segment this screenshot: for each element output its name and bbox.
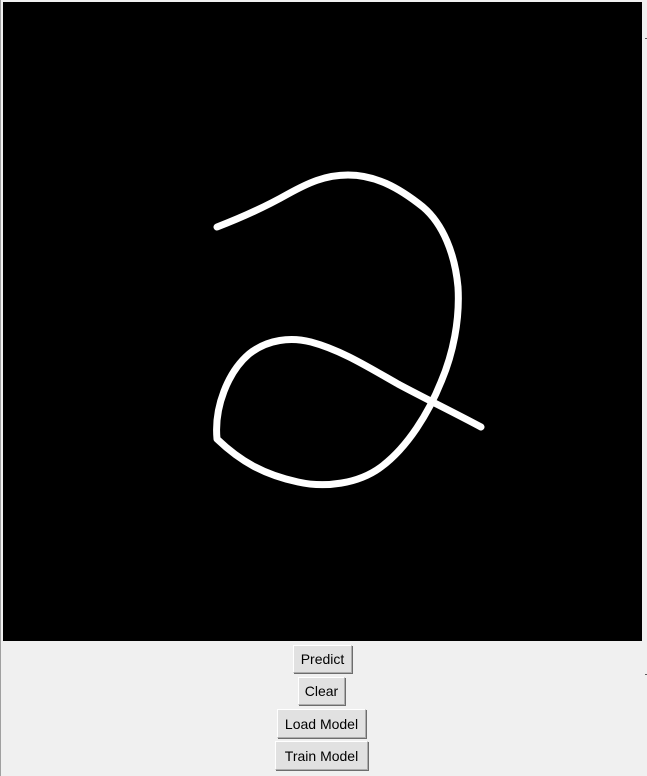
predict-button[interactable]: Predict xyxy=(293,645,352,673)
load-model-button[interactable]: Load Model xyxy=(277,709,366,738)
drawing-surface[interactable] xyxy=(3,2,642,641)
drawing-canvas[interactable] xyxy=(3,2,642,641)
clear-button[interactable]: Clear xyxy=(298,677,345,705)
status-line-fragment: ​ xyxy=(3,770,103,776)
app-window: Predict Clear Load Model Train Model ​ xyxy=(0,0,647,776)
train-model-button[interactable]: Train Model xyxy=(275,741,368,770)
drawn-stroke xyxy=(213,171,485,489)
